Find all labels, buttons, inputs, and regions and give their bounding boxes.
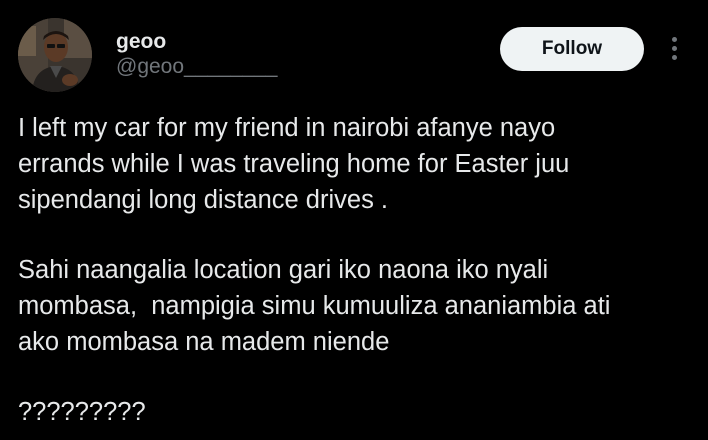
- tweet-header: geoo @geoo________ Follow: [18, 18, 690, 94]
- tweet-card: geoo @geoo________ Follow I left my car …: [0, 0, 708, 440]
- tweet-line: ako mombasa na madem niende: [18, 328, 390, 356]
- author-handle[interactable]: @geoo________: [116, 54, 277, 80]
- tweet-line: ?????????: [18, 398, 146, 426]
- more-vertical-icon-dot: [672, 55, 677, 60]
- tweet-line: sipendangi long distance drives .: [18, 186, 388, 214]
- author-display-name[interactable]: geoo: [116, 30, 277, 54]
- tweet-line: Sahi naangalia location gari iko naona i…: [18, 256, 549, 284]
- author-names[interactable]: geoo @geoo________: [116, 30, 277, 80]
- tweet-text: I left my car for my friend in nairobi a…: [18, 110, 690, 430]
- more-vertical-icon: [672, 37, 677, 42]
- tweet-paragraph: ?????????: [18, 394, 690, 430]
- tweet-line: errands while I was traveling home for E…: [18, 150, 570, 178]
- avatar[interactable]: [18, 18, 92, 92]
- more-options-button[interactable]: [664, 34, 686, 64]
- tweet-line: I left my car for my friend in nairobi a…: [18, 114, 556, 142]
- tweet-paragraph: Sahi naangalia location gari iko naona i…: [18, 252, 690, 360]
- more-vertical-icon-dot: [672, 46, 677, 51]
- follow-button[interactable]: Follow: [500, 27, 644, 71]
- avatar-photo-icon: [18, 18, 92, 92]
- tweet-paragraph: I left my car for my friend in nairobi a…: [18, 110, 690, 218]
- tweet-line: mombasa, nampigia simu kumuuliza ananiam…: [18, 292, 611, 320]
